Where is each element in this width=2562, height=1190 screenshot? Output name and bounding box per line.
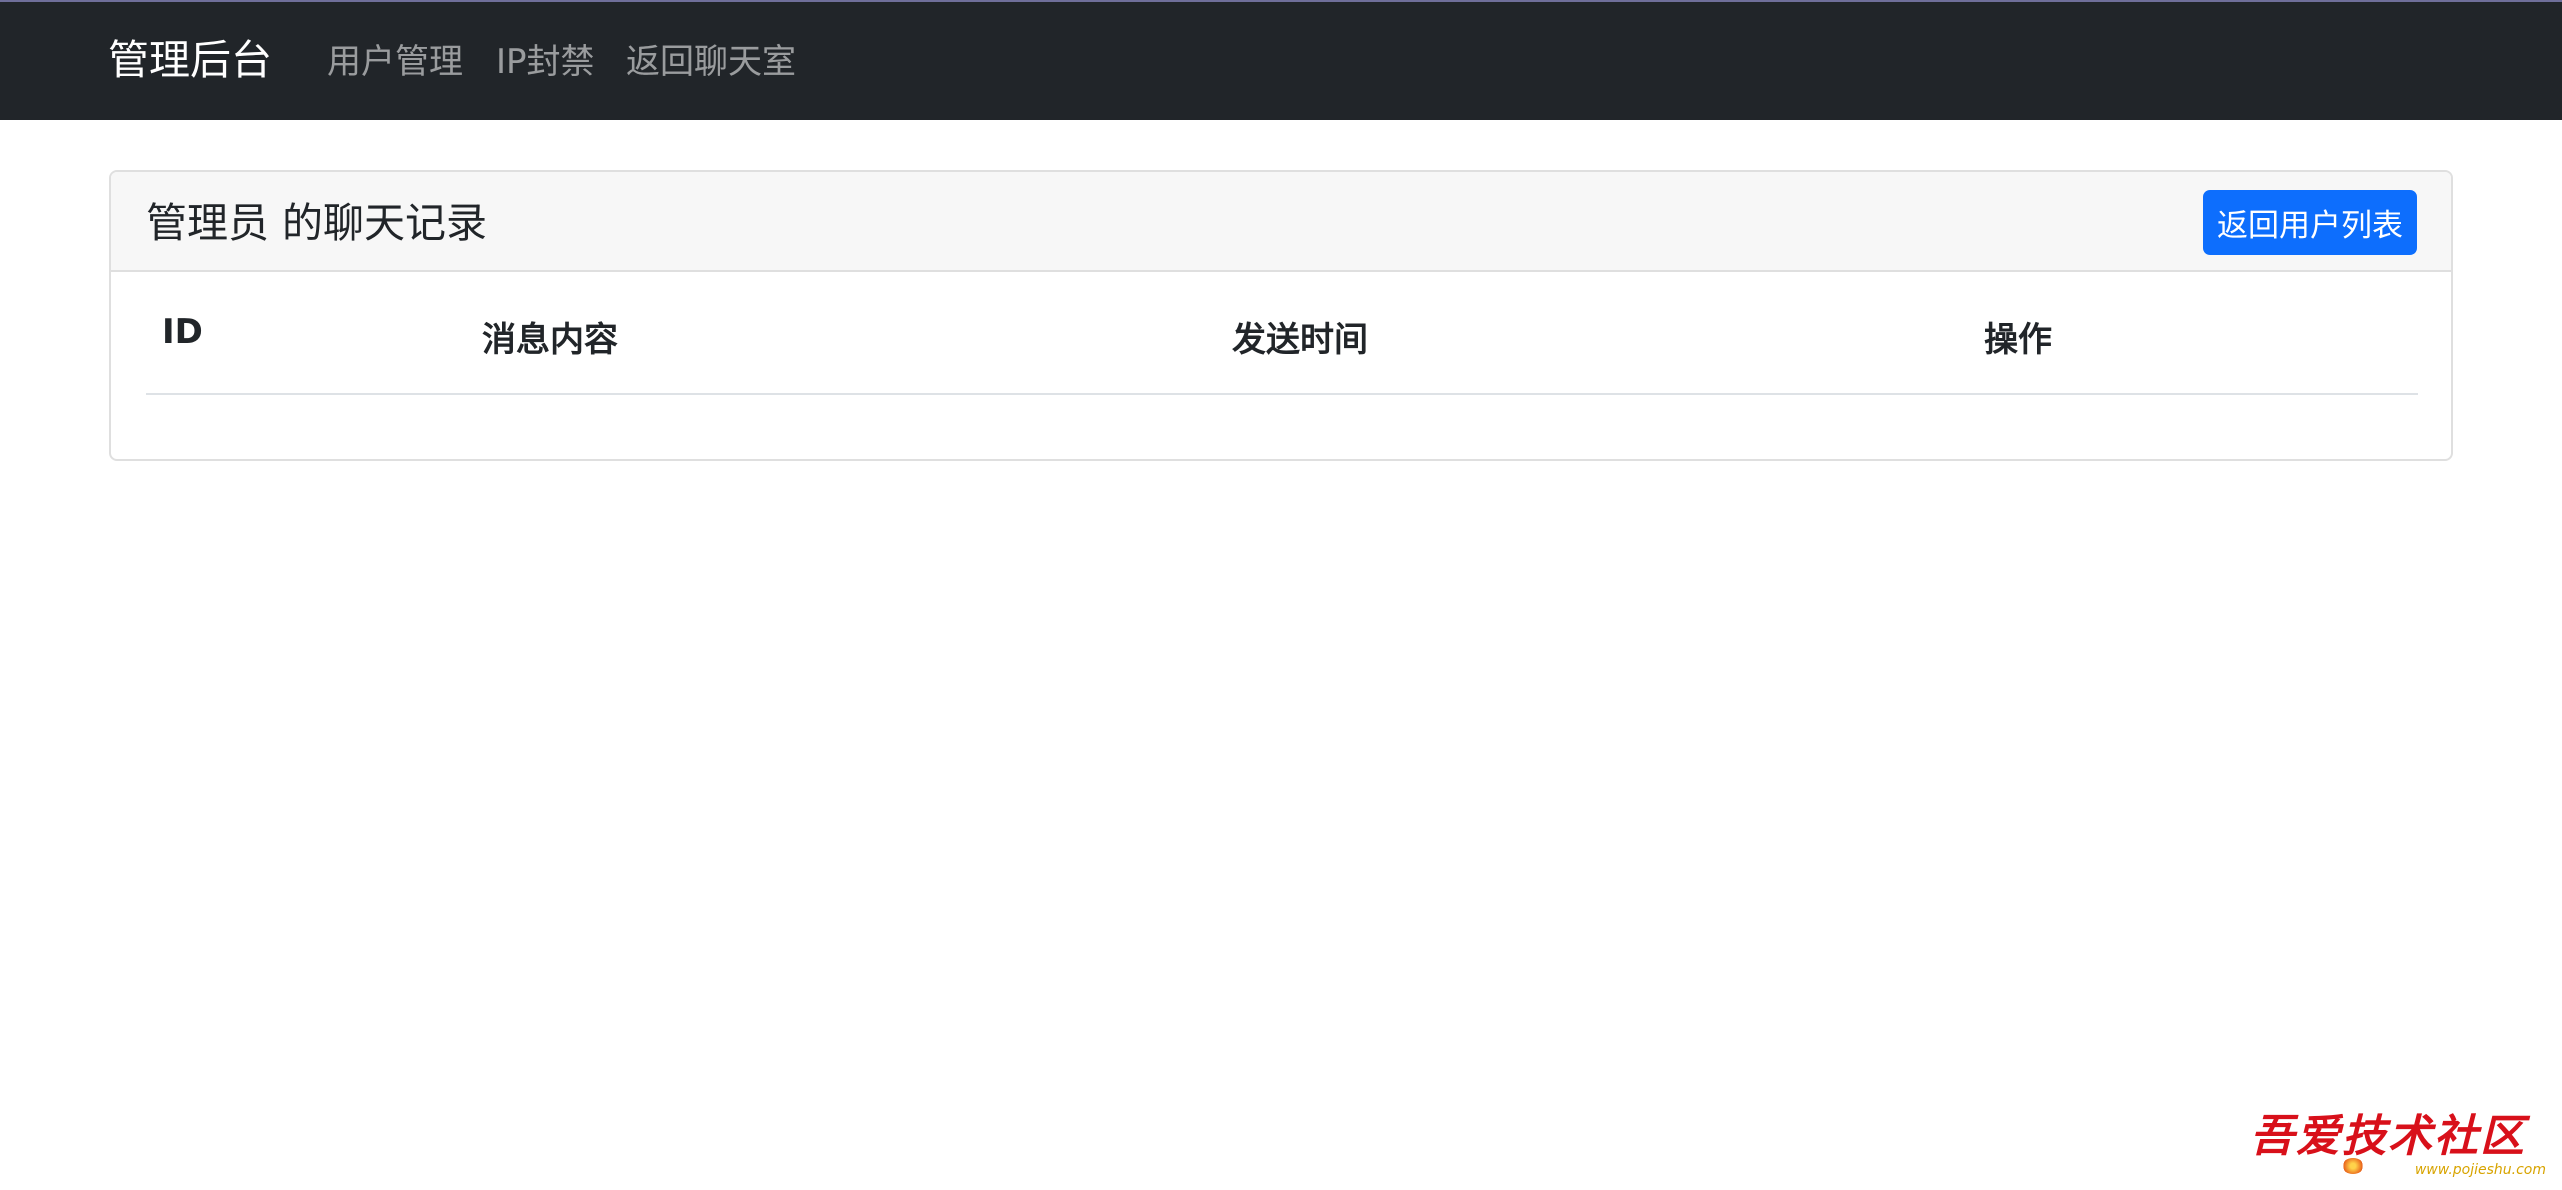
watermark-logo: 吾爱技术社区 www.pojieshu.com xyxy=(2250,1110,2550,1180)
column-header-id: ID xyxy=(146,272,466,395)
column-header-actions: 操作 xyxy=(1968,272,2418,395)
card-title: 管理员 的聊天记录 xyxy=(146,199,488,247)
card-header: 管理员 的聊天记录 返回用户列表 xyxy=(111,172,2451,272)
back-to-user-list-button[interactable]: 返回用户列表 xyxy=(2203,190,2417,255)
table-header-row: ID 消息内容 发送时间 操作 xyxy=(146,272,2418,395)
column-header-send-time: 发送时间 xyxy=(1216,272,1968,395)
navbar-brand[interactable]: 管理后台 xyxy=(108,30,272,90)
chat-history-card: 管理员 的聊天记录 返回用户列表 ID 消息内容 发送时间 操作 xyxy=(109,170,2453,461)
flame-icon xyxy=(2342,1158,2364,1174)
nav-link-back-to-chatroom[interactable]: 返回聊天室 xyxy=(626,38,796,86)
nav-link-user-management[interactable]: 用户管理 xyxy=(327,38,463,86)
watermark-url: www.pojieshu.com xyxy=(2414,1162,2546,1178)
column-header-message-content: 消息内容 xyxy=(466,272,1216,395)
chat-history-table: ID 消息内容 发送时间 操作 xyxy=(146,272,2418,395)
nav-link-ip-ban[interactable]: IP封禁 xyxy=(496,38,595,86)
navbar: 管理后台 用户管理 IP封禁 返回聊天室 xyxy=(0,0,2562,120)
watermark-text: 吾爱技术社区 xyxy=(2250,1111,2526,1162)
table-head: ID 消息内容 发送时间 操作 xyxy=(146,272,2418,395)
